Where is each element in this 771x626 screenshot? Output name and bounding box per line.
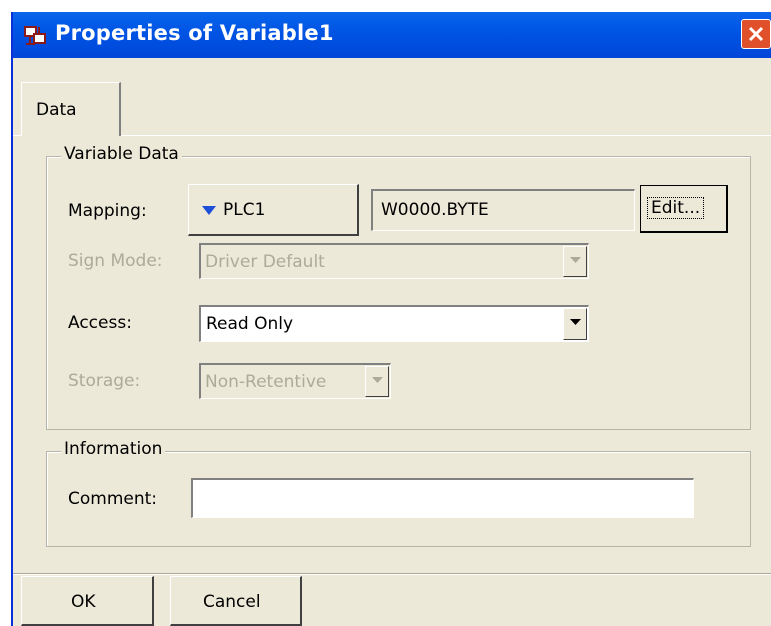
- close-button[interactable]: [741, 19, 771, 49]
- edit-button[interactable]: Edit...: [640, 185, 728, 233]
- access-dropdown-button[interactable]: [563, 308, 587, 340]
- cancel-button-label: Cancel: [203, 592, 261, 612]
- tab-strip-border: [13, 135, 771, 136]
- edit-button-label: Edit...: [647, 197, 705, 219]
- ok-button[interactable]: OK: [21, 576, 154, 626]
- storage-label: Storage:: [68, 371, 141, 391]
- properties-icon: [23, 24, 49, 48]
- dropdown-triangle-icon: [202, 206, 216, 215]
- tab-data[interactable]: Data: [21, 82, 121, 136]
- storage-dropdown-button: [365, 366, 389, 397]
- close-icon: [748, 26, 764, 42]
- chevron-down-icon: [570, 257, 581, 263]
- sign-mode-label: Sign Mode:: [68, 251, 163, 271]
- comment-label: Comment:: [68, 489, 158, 509]
- access-select[interactable]: Read Only: [199, 305, 589, 342]
- title-bar[interactable]: Properties of Variable1: [13, 12, 771, 58]
- variable-data-legend: Variable Data: [61, 144, 182, 164]
- sign-mode-dropdown-button: [563, 246, 587, 277]
- ok-button-label: OK: [71, 592, 96, 612]
- access-label: Access:: [68, 313, 132, 333]
- button-separator: [13, 573, 771, 575]
- sign-mode-select[interactable]: Driver Default: [199, 243, 589, 279]
- chevron-down-icon: [372, 377, 383, 383]
- comment-field[interactable]: [191, 478, 694, 518]
- mapping-address-field: W0000.BYTE: [371, 189, 635, 231]
- tab-data-label: Data: [36, 100, 77, 120]
- properties-dialog: Properties of Variable1 Data Variable Da…: [11, 12, 771, 626]
- storage-value: Non-Retentive: [205, 372, 327, 392]
- mapping-address-value: W0000.BYTE: [381, 200, 489, 220]
- access-value: Read Only: [206, 314, 294, 334]
- sign-mode-value: Driver Default: [205, 252, 325, 272]
- chevron-down-icon: [570, 319, 581, 325]
- mapping-label: Mapping:: [68, 201, 147, 221]
- window-title: Properties of Variable1: [55, 21, 334, 45]
- storage-select[interactable]: Non-Retentive: [199, 363, 391, 399]
- cancel-button[interactable]: Cancel: [170, 576, 302, 626]
- information-legend: Information: [61, 439, 166, 459]
- mapping-device-label: PLC1: [223, 200, 266, 220]
- mapping-device-button[interactable]: PLC1: [188, 184, 359, 236]
